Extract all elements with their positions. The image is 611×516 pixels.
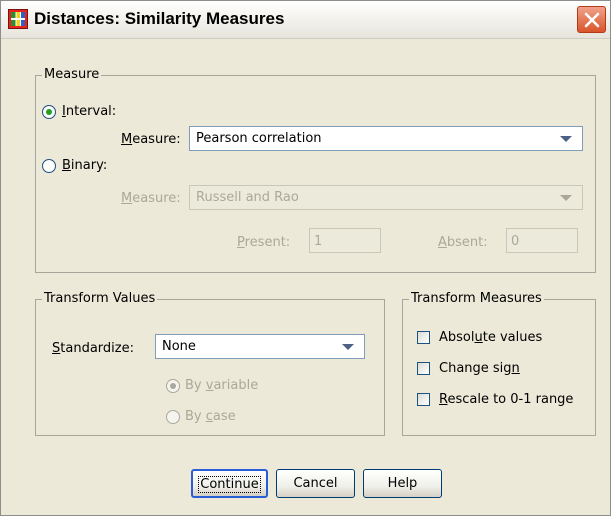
standardize-label: Standardize:: [52, 341, 134, 356]
chevron-down-icon: [560, 195, 572, 201]
present-field[interactable]: 1: [309, 228, 381, 253]
change-sign-label[interactable]: Change sign: [439, 361, 520, 376]
help-label: Help: [387, 476, 418, 491]
close-button[interactable]: [577, 6, 606, 33]
present-value: 1: [314, 234, 323, 249]
app-icon: [8, 9, 28, 29]
cancel-button[interactable]: Cancel: [276, 469, 355, 498]
by-variable-label[interactable]: By variable: [185, 378, 258, 393]
title-bar[interactable]: Distances: Similarity Measures: [1, 1, 610, 39]
rescale-checkbox[interactable]: [417, 393, 430, 406]
rescale-label[interactable]: Rescale to 0-1 range: [439, 392, 573, 407]
by-case-label[interactable]: By case: [185, 409, 236, 424]
close-icon: [584, 12, 600, 28]
window-title: Distances: Similarity Measures: [34, 9, 285, 28]
transform-measures-label: Transform Measures: [409, 291, 544, 306]
similarity-measures-dialog: Distances: Similarity Measures Measure I…: [0, 0, 611, 516]
present-label: Present:: [237, 235, 291, 250]
binary-measure-select[interactable]: Russell and Rao: [189, 185, 583, 210]
interval-measure-label: Measure:: [121, 132, 181, 147]
interval-radio[interactable]: [42, 105, 56, 119]
binary-radio[interactable]: [42, 159, 56, 173]
continue-button[interactable]: Continue: [191, 469, 268, 498]
binary-measure-label: Measure:: [121, 191, 181, 206]
cancel-label: Cancel: [293, 476, 338, 491]
chevron-down-icon: [342, 344, 354, 350]
standardize-value: None: [162, 339, 196, 354]
absent-field[interactable]: 0: [506, 228, 578, 253]
binary-measure-value: Russell and Rao: [196, 190, 299, 205]
by-case-radio[interactable]: [166, 410, 180, 424]
change-sign-checkbox[interactable]: [417, 362, 430, 375]
interval-measure-select[interactable]: Pearson correlation: [189, 126, 583, 151]
binary-label[interactable]: Binary:: [62, 158, 107, 173]
standardize-select[interactable]: None: [155, 334, 365, 359]
interval-label[interactable]: Interval:: [62, 104, 116, 119]
continue-label: Continue: [198, 476, 261, 493]
absent-value: 0: [511, 234, 520, 249]
help-button[interactable]: Help: [363, 469, 442, 498]
absolute-values-label[interactable]: Absolute values: [439, 330, 542, 345]
chevron-down-icon: [560, 136, 572, 142]
measure-group-label: Measure: [42, 67, 102, 82]
interval-measure-value: Pearson correlation: [196, 131, 322, 146]
by-variable-radio[interactable]: [166, 379, 180, 393]
absent-label: Absent:: [438, 235, 488, 250]
transform-values-label: Transform Values: [42, 291, 158, 306]
absolute-values-checkbox[interactable]: [417, 331, 430, 344]
